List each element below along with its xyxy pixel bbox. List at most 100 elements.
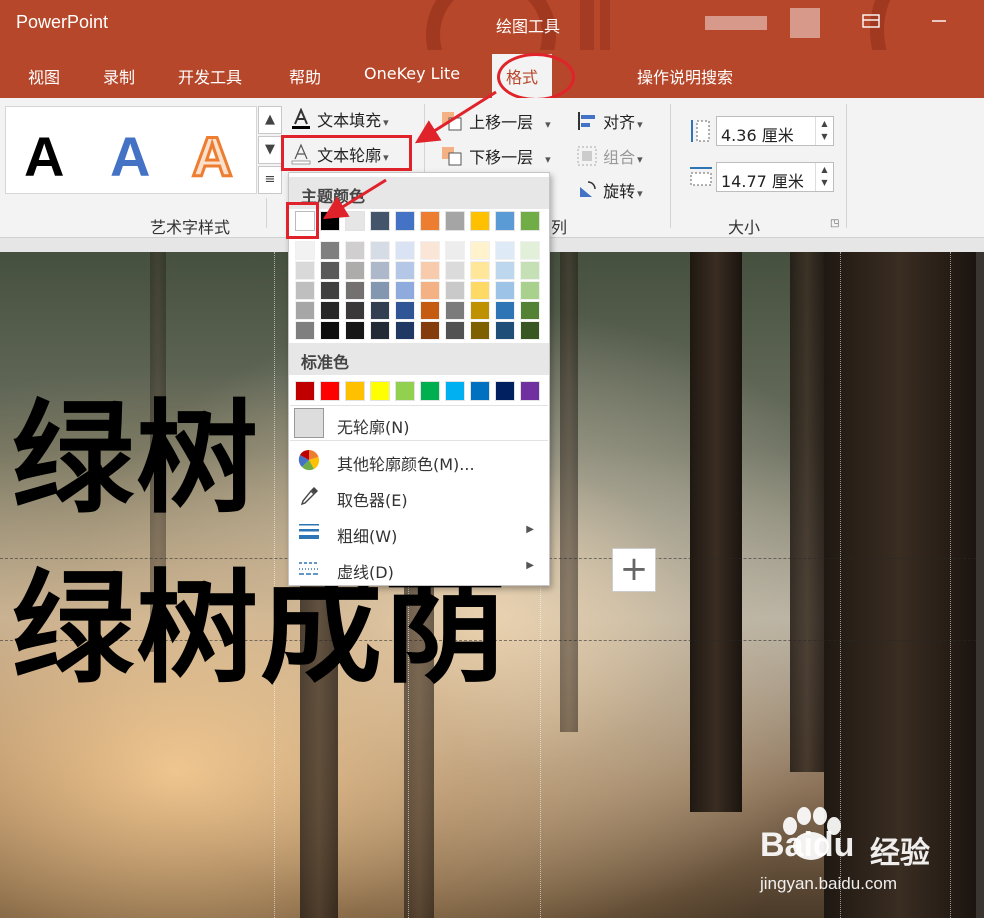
minimize-icon[interactable]: [928, 12, 950, 30]
theme-shade-swatch[interactable]: [295, 301, 315, 320]
dashes-item[interactable]: 虚线(D) ▶: [290, 551, 548, 585]
theme-shade-swatch[interactable]: [320, 261, 340, 280]
theme-shade-swatch[interactable]: [445, 281, 465, 300]
theme-shade-swatch[interactable]: [320, 281, 340, 300]
theme-shade-swatch[interactable]: [520, 321, 540, 340]
ribbon-display-icon[interactable]: [860, 12, 882, 30]
gallery-expand[interactable]: ≡: [258, 166, 282, 194]
theme-shade-swatch[interactable]: [470, 301, 490, 320]
wordart-style-black[interactable]: A: [24, 129, 64, 185]
standard-color-swatch[interactable]: [470, 381, 490, 401]
theme-shade-swatch[interactable]: [495, 281, 515, 300]
theme-shade-swatch[interactable]: [370, 261, 390, 280]
tab-onekey-lite[interactable]: OneKey Lite: [364, 64, 460, 83]
theme-shade-swatch[interactable]: [295, 261, 315, 280]
standard-color-swatch[interactable]: [520, 381, 540, 401]
theme-shade-swatch[interactable]: [495, 241, 515, 260]
theme-shade-swatch[interactable]: [420, 321, 440, 340]
theme-shade-swatch[interactable]: [370, 281, 390, 300]
standard-color-swatch[interactable]: [320, 381, 340, 401]
theme-shade-swatch[interactable]: [445, 241, 465, 260]
weight-item[interactable]: 粗细(W) ▶: [290, 515, 548, 549]
theme-shade-swatch[interactable]: [395, 281, 415, 300]
theme-shade-swatch[interactable]: [395, 261, 415, 280]
theme-shade-swatch[interactable]: [395, 241, 415, 260]
theme-shade-swatch[interactable]: [395, 321, 415, 340]
theme-shade-swatch[interactable]: [320, 241, 340, 260]
theme-color-swatch[interactable]: [445, 211, 465, 231]
theme-shade-swatch[interactable]: [320, 301, 340, 320]
theme-shade-swatch[interactable]: [495, 321, 515, 340]
theme-shade-swatch[interactable]: [420, 281, 440, 300]
height-spinner[interactable]: ▲ ▼: [815, 117, 833, 145]
standard-color-swatch[interactable]: [445, 381, 465, 401]
theme-shade-swatch[interactable]: [295, 321, 315, 340]
avatar[interactable]: [790, 8, 820, 38]
wordart-text-line2[interactable]: 绿树成荫: [12, 568, 508, 690]
shape-width-input[interactable]: 14.77 厘米 ▲ ▼: [716, 162, 834, 192]
gallery-scroll-down[interactable]: ▼: [258, 136, 282, 164]
width-spinner[interactable]: ▲ ▼: [815, 163, 833, 191]
tab-view[interactable]: 视图: [28, 64, 60, 88]
theme-shade-swatch[interactable]: [420, 261, 440, 280]
theme-shade-swatch[interactable]: [295, 241, 315, 260]
theme-shade-swatch[interactable]: [470, 321, 490, 340]
theme-shade-swatch[interactable]: [345, 261, 365, 280]
standard-color-swatch[interactable]: [395, 381, 415, 401]
theme-color-swatch[interactable]: [395, 211, 415, 231]
theme-shade-swatch[interactable]: [470, 281, 490, 300]
theme-color-swatch[interactable]: [370, 211, 390, 231]
theme-shade-swatch[interactable]: [445, 301, 465, 320]
theme-shade-swatch[interactable]: [345, 241, 365, 260]
theme-shade-swatch[interactable]: [370, 321, 390, 340]
no-outline-item[interactable]: 无轮廓(N): [290, 405, 548, 439]
theme-shade-swatch[interactable]: [445, 321, 465, 340]
rotate-button[interactable]: 旋转 ▾: [576, 178, 643, 202]
wordart-text-line1[interactable]: 绿树: [12, 398, 260, 520]
send-backward-button[interactable]: 下移一层 ▾: [440, 144, 551, 168]
theme-shade-swatch[interactable]: [520, 261, 540, 280]
shape-height-input[interactable]: 4.36 厘米 ▲ ▼: [716, 116, 834, 146]
standard-color-swatch[interactable]: [495, 381, 515, 401]
standard-color-swatch[interactable]: [370, 381, 390, 401]
tell-me-search[interactable]: 操作说明搜索: [637, 64, 733, 88]
text-fill-button[interactable]: 文本填充 ▾: [290, 107, 389, 131]
theme-shade-swatch[interactable]: [295, 281, 315, 300]
theme-color-swatch[interactable]: [495, 211, 515, 231]
wordart-style-blue[interactable]: A: [110, 129, 150, 185]
theme-shade-swatch[interactable]: [445, 261, 465, 280]
add-element-plus-icon[interactable]: +: [612, 548, 656, 592]
theme-shade-swatch[interactable]: [345, 281, 365, 300]
theme-color-swatch[interactable]: [420, 211, 440, 231]
more-outline-colors-item[interactable]: 其他轮廓颜色(M)...: [290, 443, 548, 477]
theme-color-swatch[interactable]: [345, 211, 365, 231]
theme-shade-swatch[interactable]: [370, 301, 390, 320]
standard-color-swatch[interactable]: [295, 381, 315, 401]
theme-color-swatch[interactable]: [520, 211, 540, 231]
wordart-styles-gallery[interactable]: A A A: [5, 106, 257, 194]
theme-shade-swatch[interactable]: [395, 301, 415, 320]
theme-shade-swatch[interactable]: [470, 261, 490, 280]
theme-shade-swatch[interactable]: [520, 241, 540, 260]
theme-shade-swatch[interactable]: [520, 301, 540, 320]
gallery-scroll-up[interactable]: ▲: [258, 106, 282, 134]
theme-shade-swatch[interactable]: [420, 301, 440, 320]
tab-help[interactable]: 帮助: [289, 64, 321, 88]
size-dialog-launcher-icon[interactable]: ◳: [830, 218, 839, 229]
theme-shade-swatch[interactable]: [370, 241, 390, 260]
standard-color-swatch[interactable]: [345, 381, 365, 401]
theme-shade-swatch[interactable]: [495, 301, 515, 320]
bring-forward-button[interactable]: 上移一层 ▾: [440, 109, 551, 133]
tab-developer[interactable]: 开发工具: [178, 64, 242, 88]
theme-shade-swatch[interactable]: [345, 301, 365, 320]
align-button[interactable]: 对齐 ▾: [576, 109, 643, 133]
theme-color-swatch[interactable]: [320, 211, 340, 231]
theme-shade-swatch[interactable]: [495, 261, 515, 280]
tab-record[interactable]: 录制: [103, 64, 135, 88]
theme-shade-swatch[interactable]: [520, 281, 540, 300]
theme-shade-swatch[interactable]: [345, 321, 365, 340]
eyedropper-item[interactable]: 取色器(E): [290, 479, 548, 513]
theme-shade-swatch[interactable]: [320, 321, 340, 340]
wordart-style-orange-outline[interactable]: A: [190, 127, 233, 186]
account-name-blurred[interactable]: [705, 16, 767, 30]
